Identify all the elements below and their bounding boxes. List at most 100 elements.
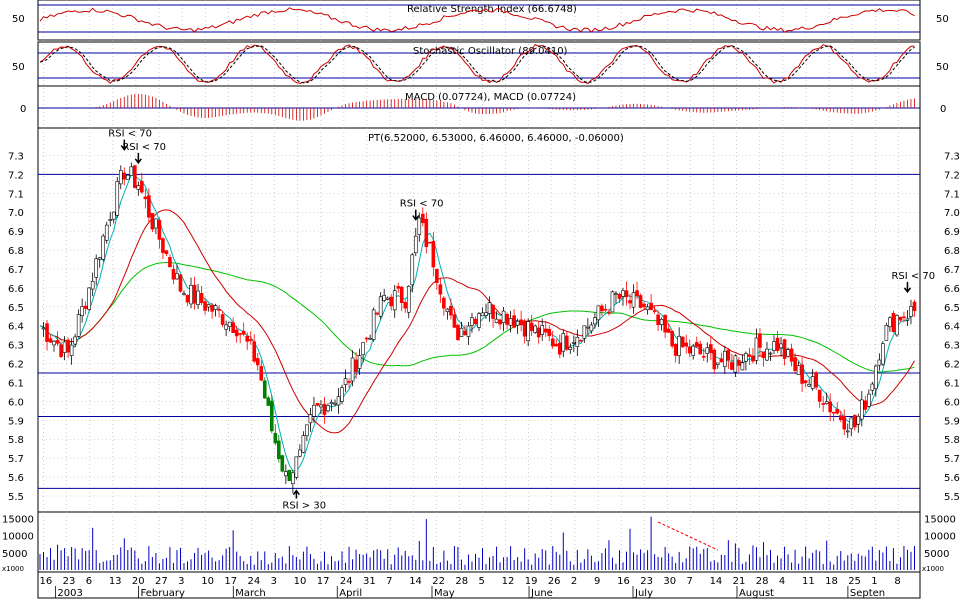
candle-body	[610, 291, 615, 313]
candle-body	[196, 290, 200, 305]
candle-body	[624, 290, 629, 298]
price-tick-right: 6.3	[944, 341, 960, 352]
candle-body	[371, 309, 376, 340]
price-tick-left: 6.3	[8, 341, 24, 352]
stock-chart: Relative Strength Index (66.6748) Stocha…	[2, 0, 960, 599]
candle-body	[754, 337, 759, 361]
candle-body	[154, 218, 158, 229]
price-axis-ticks: 7.3 7.3 7.2 7.2 7.1 7.1 7.0 7.0 6.9 6.9 6.8 6.8 6.7 6…	[2, 151, 960, 559]
candle-body	[55, 340, 60, 344]
candle-body	[782, 339, 787, 359]
candle-body	[459, 327, 464, 337]
date-tick-label: 22	[432, 576, 445, 587]
candle-body	[716, 362, 720, 365]
date-tick-label: 8	[894, 576, 900, 587]
candle-body	[399, 286, 404, 303]
candle-body	[600, 305, 604, 312]
candle-body	[403, 302, 408, 309]
price-tick-right: 7.0	[944, 208, 960, 219]
candle-body	[147, 195, 151, 218]
date-tick-label: 12	[502, 576, 515, 587]
candle-body	[421, 213, 425, 224]
candle-body	[884, 324, 889, 341]
price-tick-left: 6.2	[8, 360, 24, 371]
down-arrow-icon	[134, 152, 142, 165]
candle-body	[628, 300, 632, 304]
candle-body	[512, 315, 516, 328]
candle-body	[234, 329, 239, 337]
candle-body	[213, 305, 218, 310]
candle-body	[659, 319, 664, 325]
candle-body	[554, 343, 559, 347]
candle-body	[852, 415, 857, 428]
candle-body	[680, 336, 685, 348]
candle-body	[291, 472, 295, 485]
candle-body	[122, 172, 127, 180]
candle-body	[874, 365, 878, 389]
candle-body	[881, 343, 885, 365]
month-label: July	[634, 588, 653, 599]
rsi-annotation-label: RSI > 30	[282, 501, 326, 512]
candle-body	[617, 293, 622, 299]
date-tick-label: 4	[779, 576, 785, 587]
volume-tick-right: 10000	[924, 532, 956, 543]
stoch-tick-right: 50	[936, 62, 949, 73]
price-tick-left: 6.9	[8, 227, 24, 238]
candle-body	[807, 384, 811, 387]
candle-body	[382, 295, 386, 301]
candle-body	[241, 330, 246, 335]
candle-body	[522, 320, 527, 337]
candle-body	[80, 306, 84, 316]
candle-body	[445, 308, 450, 312]
price-tick-left: 6.7	[8, 265, 24, 276]
candle-body	[59, 344, 63, 357]
date-tick-label: 18	[825, 576, 838, 587]
date-tick-label: 21	[733, 576, 746, 587]
date-tick-label: 31	[363, 576, 376, 587]
candle-body	[480, 312, 485, 317]
price-tick-left: 5.7	[8, 454, 24, 465]
candle-body	[589, 324, 594, 332]
date-tick-label: 24	[247, 576, 260, 587]
candle-body	[396, 286, 401, 289]
candle-body	[902, 316, 906, 319]
month-label: February	[141, 588, 185, 599]
stoch-tick-left: 50	[12, 62, 25, 73]
candle-body	[269, 400, 274, 432]
candle-body	[519, 319, 523, 326]
candle-body	[491, 304, 495, 319]
candle-body	[733, 355, 738, 373]
candle-body	[189, 285, 193, 305]
price-tick-right: 5.7	[944, 454, 960, 465]
candle-body	[891, 312, 896, 332]
candle-body	[505, 313, 509, 325]
candle-body	[224, 324, 228, 330]
candle-body	[607, 311, 611, 314]
date-tick-label: 17	[317, 576, 330, 587]
candle-body	[582, 325, 587, 339]
candle-body	[779, 343, 783, 349]
candle-body	[909, 306, 913, 317]
date-tick-label: 14	[409, 576, 422, 587]
price-tick-right: 6.9	[944, 227, 960, 238]
price-tick-right: 6.6	[944, 284, 960, 295]
rsi-tick-left: 50	[12, 14, 25, 25]
date-tick-label: 3	[178, 576, 184, 587]
candle-body	[94, 258, 98, 278]
volume-tick-right: 15000	[924, 514, 956, 525]
candle-body	[126, 174, 130, 180]
candle-body	[652, 310, 657, 312]
candle-body	[287, 469, 292, 482]
date-tick-label: 7	[386, 576, 392, 587]
candle-body	[670, 331, 674, 347]
candle-body	[856, 415, 861, 425]
rsi-annotation-label: RSI < 70	[400, 199, 444, 210]
price-tick-right: 5.8	[944, 435, 960, 446]
candle-body	[536, 327, 541, 338]
candle-body	[294, 456, 299, 478]
candle-body	[48, 338, 53, 343]
candle-body	[817, 389, 822, 402]
candle-body	[501, 310, 506, 324]
price-tick-left: 5.6	[8, 473, 24, 484]
candle-body	[206, 304, 211, 308]
